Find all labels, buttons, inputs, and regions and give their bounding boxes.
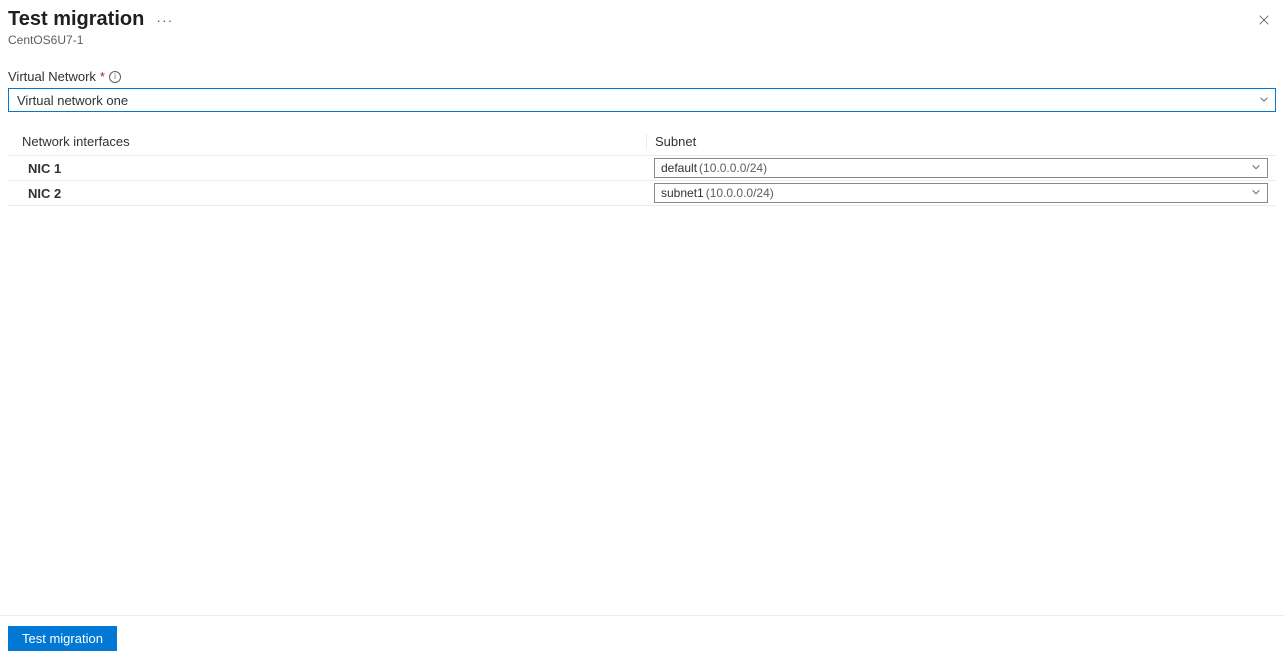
form-section: Virtual Network * i Virtual network one … xyxy=(0,51,1284,206)
nic-table: Network interfaces Subnet NIC 1 default … xyxy=(8,128,1276,206)
chevron-down-icon xyxy=(1251,186,1261,200)
subnet-cell: subnet1 (10.0.0.0/24) xyxy=(646,181,1276,205)
subnet-cidr: (10.0.0.0/24) xyxy=(706,186,774,200)
page-header: Test migration ··· CentOS6U7-1 xyxy=(0,0,1284,51)
subnet-name: subnet1 xyxy=(661,186,704,200)
vnet-label: Virtual Network * i xyxy=(8,69,1276,84)
required-asterisk: * xyxy=(100,69,105,84)
info-icon[interactable]: i xyxy=(109,71,121,83)
vnet-dropdown-value: Virtual network one xyxy=(17,93,128,108)
nic-name: NIC 2 xyxy=(8,182,646,205)
subnet-cell: default (10.0.0.0/24) xyxy=(646,156,1276,180)
vnet-label-text: Virtual Network xyxy=(8,69,96,84)
col-header-subnet: Subnet xyxy=(646,134,1276,149)
test-migration-button[interactable]: Test migration xyxy=(8,626,117,651)
table-row: NIC 1 default (10.0.0.0/24) xyxy=(8,156,1276,181)
chevron-down-icon xyxy=(1251,161,1261,175)
subnet-name: default xyxy=(661,161,697,175)
table-header: Network interfaces Subnet xyxy=(8,128,1276,156)
nic-name: NIC 1 xyxy=(8,157,646,180)
more-icon[interactable]: ··· xyxy=(156,12,173,28)
header-left: Test migration ··· CentOS6U7-1 xyxy=(8,8,173,47)
vnet-dropdown[interactable]: Virtual network one xyxy=(8,88,1276,112)
subnet-cidr: (10.0.0.0/24) xyxy=(699,161,767,175)
col-header-nic: Network interfaces xyxy=(8,134,646,149)
close-button[interactable] xyxy=(1252,8,1276,32)
subnet-dropdown[interactable]: subnet1 (10.0.0.0/24) xyxy=(654,183,1268,203)
page-subtitle: CentOS6U7-1 xyxy=(8,33,173,47)
page-title: Test migration xyxy=(8,8,144,31)
title-row: Test migration ··· xyxy=(8,8,173,31)
subnet-dropdown[interactable]: default (10.0.0.0/24) xyxy=(654,158,1268,178)
table-row: NIC 2 subnet1 (10.0.0.0/24) xyxy=(8,181,1276,206)
chevron-down-icon xyxy=(1259,93,1269,108)
footer: Test migration xyxy=(0,615,1284,661)
